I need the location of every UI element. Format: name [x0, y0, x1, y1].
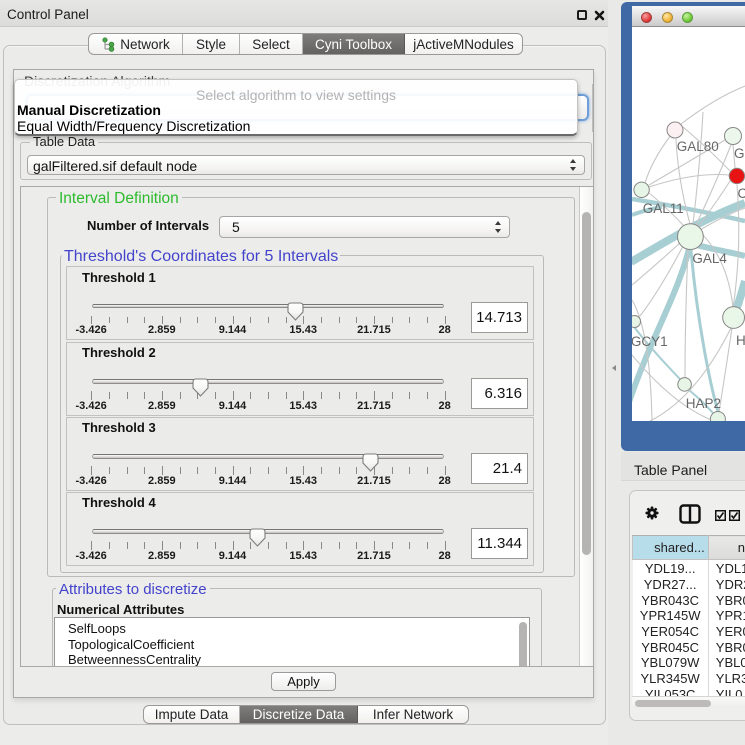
svg-text:GAL80: GAL80 — [677, 139, 719, 154]
svg-text:HAP2: HAP2 — [686, 396, 721, 411]
svg-text:GAL4: GAL4 — [692, 251, 727, 266]
svg-text:GCY1: GCY1 — [632, 334, 668, 349]
svg-text:H: H — [736, 333, 745, 348]
svg-text:GAL11: GAL11 — [643, 201, 684, 216]
svg-text:C: C — [738, 186, 745, 201]
svg-text:G.: G. — [734, 146, 745, 161]
